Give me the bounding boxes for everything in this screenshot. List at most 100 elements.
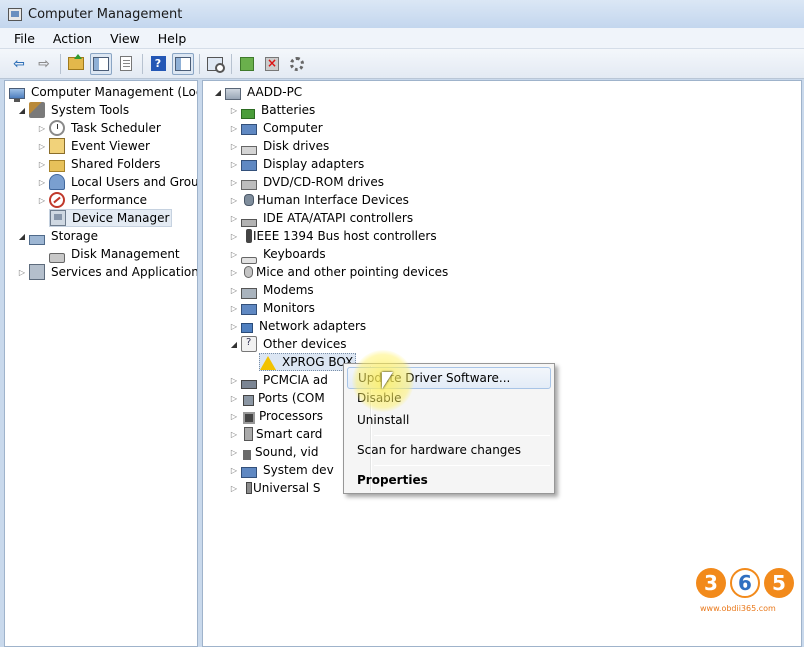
collapse-arrow-icon[interactable]: ◢ xyxy=(213,88,223,97)
expand-arrow-icon[interactable]: ▷ xyxy=(37,160,47,169)
expand-arrow-icon[interactable]: ▷ xyxy=(17,268,27,277)
tree-label: IEEE 1394 Bus host controllers xyxy=(253,229,437,243)
tree-node-shared-folders[interactable]: ▷ Shared Folders xyxy=(37,155,162,173)
device-category[interactable]: ▷ Mice and other pointing devices xyxy=(229,263,450,281)
expand-arrow-icon[interactable]: ▷ xyxy=(229,304,239,313)
window-title: Computer Management xyxy=(28,6,183,22)
toolbar-separator xyxy=(231,53,232,74)
menu-separator xyxy=(374,465,550,466)
show-hide-console-tree-button[interactable] xyxy=(90,52,112,75)
up-one-level-button[interactable] xyxy=(65,53,87,75)
menu-disable[interactable]: Disable xyxy=(347,387,551,409)
expand-arrow-icon[interactable]: ▷ xyxy=(37,178,47,187)
device-category[interactable]: ▷ Ports (COM xyxy=(229,389,327,407)
collapse-arrow-icon[interactable]: ◢ xyxy=(17,106,27,115)
collapse-arrow-icon[interactable]: ◢ xyxy=(229,340,239,349)
device-category[interactable]: ▷ Network adapters xyxy=(229,317,368,335)
expand-arrow-icon[interactable]: ▷ xyxy=(229,142,239,151)
expand-arrow-icon[interactable]: ▷ xyxy=(229,430,239,439)
device-category[interactable]: ▷ PCMCIA ad xyxy=(229,371,330,389)
expand-arrow-icon[interactable]: ▷ xyxy=(229,178,239,187)
device-category[interactable]: ▷ Smart card xyxy=(229,425,324,443)
menu-properties[interactable]: Properties xyxy=(347,469,551,491)
device-category-other[interactable]: ◢ Other devices xyxy=(229,335,349,353)
expand-arrow-icon[interactable]: ▷ xyxy=(229,394,239,403)
expand-arrow-icon[interactable]: ▷ xyxy=(229,124,239,133)
system-tools-icon xyxy=(29,102,45,118)
device-category[interactable]: ▷ Display adapters xyxy=(229,155,366,173)
tree-node-performance[interactable]: ▷ Performance xyxy=(37,191,149,209)
tree-node-event-viewer[interactable]: ▷ Event Viewer xyxy=(37,137,152,155)
tree-label: IDE ATA/ATAPI controllers xyxy=(263,211,414,225)
device-category[interactable]: ▷ IDE ATA/ATAPI controllers xyxy=(229,209,415,227)
device-category[interactable]: ▷ Keyboards xyxy=(229,245,328,264)
tree-node-task-scheduler[interactable]: ▷ Task Scheduler xyxy=(37,119,163,137)
update-driver-button[interactable] xyxy=(236,53,258,75)
arrow-right-icon: ⇨ xyxy=(38,55,50,72)
menu-view[interactable]: View xyxy=(108,30,142,47)
forward-button[interactable]: ⇨ xyxy=(33,53,55,75)
menu-update-driver-software[interactable]: Update Driver Software... xyxy=(347,367,551,389)
device-category[interactable]: ▷ Sound, vid xyxy=(229,443,320,461)
scan-hardware-button[interactable] xyxy=(204,53,226,75)
device-category[interactable]: ▷ Disk drives xyxy=(229,137,331,155)
device-category[interactable]: ▷ IEEE 1394 Bus host controllers xyxy=(229,227,439,245)
menu-action[interactable]: Action xyxy=(51,30,94,47)
console-tree-icon xyxy=(93,56,109,71)
expand-arrow-icon[interactable]: ▷ xyxy=(229,286,239,295)
expand-arrow-icon[interactable]: ▷ xyxy=(229,160,239,169)
expand-arrow-icon[interactable]: ▷ xyxy=(37,142,47,151)
expand-arrow-icon[interactable]: ▷ xyxy=(229,376,239,385)
tree-label: DVD/CD-ROM drives xyxy=(263,175,385,189)
tree-node-disk-management[interactable]: Disk Management xyxy=(49,245,182,263)
expand-arrow-icon[interactable]: ▷ xyxy=(229,250,239,259)
menu-uninstall[interactable]: Uninstall xyxy=(347,409,551,431)
menu-help[interactable]: Help xyxy=(156,30,189,47)
expand-arrow-icon[interactable]: ▷ xyxy=(229,322,239,331)
tree-node-local-users[interactable]: ▷ Local Users and Groups xyxy=(37,173,197,191)
expand-arrow-icon[interactable]: ▷ xyxy=(229,484,239,493)
device-xprog-box[interactable]: XPROG BOX xyxy=(259,353,357,371)
expand-arrow-icon[interactable]: ▷ xyxy=(229,214,239,223)
tree-node-services[interactable]: ▷ Services and Applications xyxy=(17,263,197,281)
uninstall-icon: × xyxy=(265,55,279,71)
uninstall-button[interactable]: × xyxy=(261,53,283,75)
expand-arrow-icon[interactable]: ▷ xyxy=(37,124,47,133)
device-category[interactable]: ▷ Computer xyxy=(229,119,325,137)
help-button[interactable]: ? xyxy=(147,53,169,75)
collapse-arrow-icon[interactable]: ◢ xyxy=(17,232,27,241)
expand-arrow-icon[interactable]: ▷ xyxy=(229,448,239,457)
tree-node-system-tools[interactable]: ◢ System Tools xyxy=(17,101,131,119)
expand-arrow-icon[interactable]: ▷ xyxy=(229,232,239,241)
expand-arrow-icon[interactable]: ▷ xyxy=(229,268,239,277)
tree-node-storage[interactable]: ◢ Storage xyxy=(17,227,100,245)
device-category[interactable]: ▷ DVD/CD-ROM drives xyxy=(229,173,386,191)
tree-label: Ports (COM xyxy=(258,391,325,405)
show-action-pane-button[interactable] xyxy=(172,52,194,75)
device-category[interactable]: ▷ System dev xyxy=(229,461,336,479)
expand-arrow-icon[interactable]: ▷ xyxy=(229,196,239,205)
expand-arrow-icon[interactable]: ▷ xyxy=(229,412,239,421)
device-category[interactable]: ▷ Human Interface Devices xyxy=(229,191,411,209)
back-button[interactable]: ⇦ xyxy=(8,53,30,75)
speaker-icon xyxy=(243,450,251,460)
device-category[interactable]: ▷ Monitors xyxy=(229,299,317,317)
disable-button[interactable] xyxy=(286,53,308,75)
device-category[interactable]: ▷ Modems xyxy=(229,281,316,299)
tree-node-computer-management[interactable]: Computer Management (Local xyxy=(9,83,197,102)
tree-label: Other devices xyxy=(263,337,347,351)
expand-arrow-icon[interactable]: ▷ xyxy=(229,466,239,475)
properties-button[interactable] xyxy=(115,53,137,75)
device-category[interactable]: ▷ Universal S xyxy=(229,479,323,497)
smart-card-icon xyxy=(244,427,253,441)
tree-node-device-manager[interactable]: Device Manager xyxy=(49,209,173,227)
menu-file[interactable]: File xyxy=(12,30,37,47)
expand-arrow-icon[interactable]: ▷ xyxy=(229,106,239,115)
tree-label: Monitors xyxy=(263,301,315,315)
services-icon xyxy=(29,264,45,280)
device-category[interactable]: ▷ Batteries xyxy=(229,101,317,119)
device-tree-root[interactable]: ◢ AADD-PC xyxy=(213,83,304,101)
expand-arrow-icon[interactable]: ▷ xyxy=(37,196,47,205)
menu-scan-hardware[interactable]: Scan for hardware changes xyxy=(347,439,551,461)
device-category[interactable]: ▷ Processors xyxy=(229,407,325,425)
